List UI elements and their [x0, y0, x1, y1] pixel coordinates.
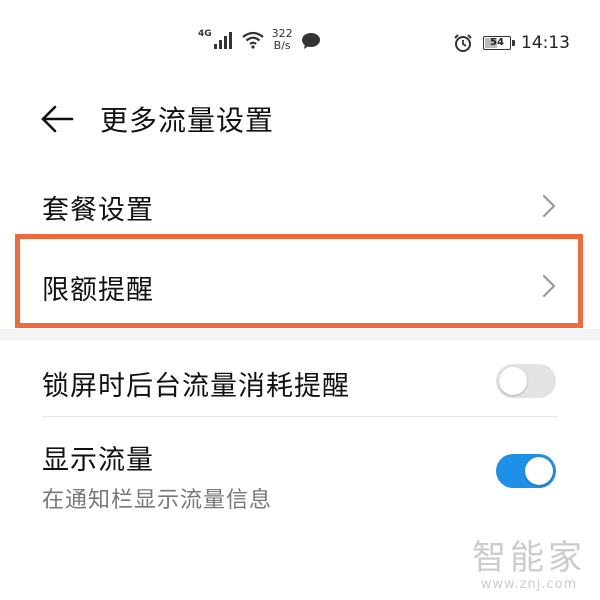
show-traffic-item: 显示流量 在通知栏显示流量信息	[0, 420, 600, 520]
page-title: 更多流量设置	[100, 104, 275, 137]
battery-percentage: 54	[490, 37, 504, 48]
lock-screen-reminder-item: 锁屏时后台流量消耗提醒	[0, 346, 600, 416]
lock-screen-reminder-toggle[interactable]	[496, 364, 556, 398]
limit-reminder-item[interactable]: 限额提醒	[0, 238, 600, 328]
wifi-icon	[241, 31, 264, 49]
show-traffic-toggle[interactable]	[496, 454, 556, 488]
limit-reminder-label: 限额提醒	[42, 275, 154, 306]
show-traffic-sublabel: 在通知栏显示流量信息	[42, 488, 273, 513]
show-traffic-label: 显示流量	[42, 445, 154, 476]
network-type: 4G	[198, 29, 212, 39]
phone-screen: 4G 322 B/s 54 14:13 更多流量设置 套餐设置 限额提醒 锁屏时…	[0, 0, 600, 600]
list-divider	[42, 416, 558, 417]
alarm-clock-icon	[454, 34, 472, 52]
network-speed-unit: B/s	[273, 39, 291, 52]
watermark-logo-text: 智能家	[472, 538, 586, 578]
battery-icon: 54	[483, 36, 515, 50]
network-speed: 322 B/s	[272, 28, 293, 52]
lock-screen-reminder-label: 锁屏时后台流量消耗提醒	[42, 371, 350, 402]
status-bar: 4G 322 B/s 54 14:13	[0, 24, 600, 64]
chevron-right-icon	[542, 274, 556, 298]
status-right: 54 14:13	[453, 33, 570, 53]
plan-settings-label: 套餐设置	[42, 195, 154, 226]
arrow-left-icon	[41, 105, 74, 133]
clock: 14:13	[521, 33, 570, 53]
back-button[interactable]	[40, 99, 80, 139]
section-divider	[0, 329, 600, 341]
title-bar: 更多流量设置	[40, 96, 274, 142]
status-indicators: 4G 322 B/s	[198, 28, 321, 52]
plan-settings-item[interactable]: 套餐设置	[0, 176, 600, 236]
message-icon	[301, 33, 320, 49]
watermark-url: www.znj.com	[480, 577, 578, 592]
chevron-right-icon	[542, 194, 556, 218]
watermark: 智能家 www.znj.com	[472, 539, 586, 592]
toggle-knob	[525, 457, 553, 485]
toggle-knob	[499, 367, 527, 395]
signal-strength-icon	[213, 31, 234, 49]
